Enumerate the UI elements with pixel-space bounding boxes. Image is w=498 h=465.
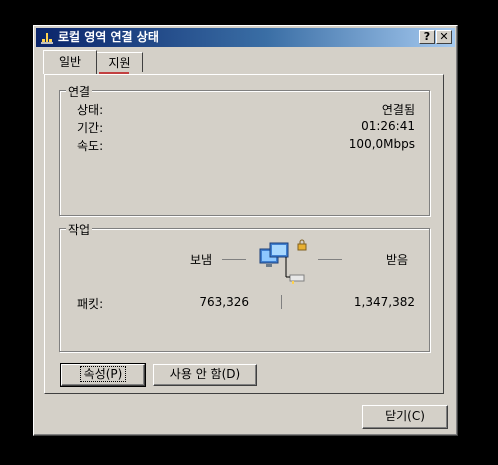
duration-label: 기간:: [77, 121, 104, 135]
sent-label: 보냄: [190, 253, 213, 267]
tab-general[interactable]: 일반: [43, 50, 97, 74]
network-connection-icon: [41, 33, 53, 44]
properties-button-label: 속성(P): [79, 366, 127, 382]
received-label: 받음: [386, 253, 409, 267]
packets-label: 패킷:: [77, 297, 104, 311]
duration-value: 01:26:41: [361, 119, 415, 133]
status-label: 상태:: [77, 103, 104, 117]
disable-button[interactable]: 사용 안 함(D): [153, 364, 257, 386]
lock-icon: [297, 239, 307, 251]
status-value: 연결됨: [381, 103, 415, 117]
speed-label: 속도:: [77, 139, 104, 153]
close-dialog-button-label: 닫기(C): [385, 409, 425, 423]
tab-support[interactable]: 지원: [97, 52, 143, 72]
properties-button[interactable]: 속성(P): [60, 363, 146, 387]
packets-received-value: 1,347,382: [353, 295, 415, 309]
close-dialog-button[interactable]: 닫기(C): [362, 405, 448, 429]
close-button[interactable]: ✕: [436, 30, 452, 44]
disable-button-label: 사용 안 함(D): [169, 367, 241, 381]
status-dialog: 로컬 영역 연결 상태 ? ✕ 일반 지원 연결 상태: 연결됨 기간: 01:…: [33, 25, 458, 436]
tab-panel: 연결 상태: 연결됨 기간: 01:26:41 속도: 100,0Mbps 작업…: [44, 74, 444, 394]
speed-value: 100,0Mbps: [348, 137, 415, 151]
packets-sent-value: 763,326: [199, 295, 249, 309]
activity-group-label: 작업: [66, 221, 93, 238]
title-bar[interactable]: 로컬 영역 연결 상태 ? ✕: [36, 28, 455, 47]
window-title: 로컬 영역 연결 상태: [58, 30, 159, 44]
connection-group-label: 연결: [66, 83, 93, 100]
tab-strip: 일반 지원: [43, 50, 443, 74]
help-button[interactable]: ?: [419, 30, 435, 44]
packets-divider: [281, 295, 282, 309]
received-line: [318, 259, 342, 260]
activity-group: 작업 보냄 받음 패킷: 763,326 1,347,382: [59, 221, 430, 352]
connection-group: 연결 상태: 연결됨 기간: 01:26:41 속도: 100,0Mbps: [59, 83, 430, 216]
sent-line: [222, 259, 246, 260]
